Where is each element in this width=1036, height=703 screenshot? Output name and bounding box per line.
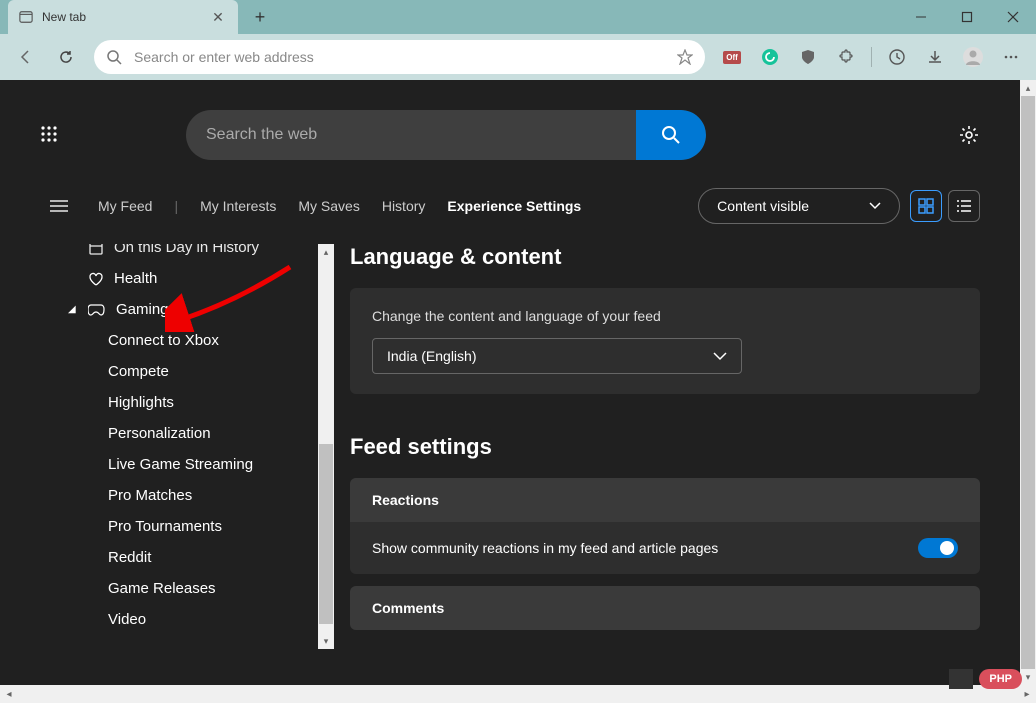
scroll-up-arrow[interactable]: ▴ [318,244,334,260]
menu-button[interactable] [994,40,1028,74]
extension-shield-icon[interactable] [791,40,825,74]
search-icon [106,49,122,65]
scroll-left-arrow[interactable]: ◂ [0,685,18,703]
search-button[interactable] [636,110,706,160]
nav-history[interactable]: History [382,198,426,214]
hero-search [186,110,706,160]
sidebar-item-compete[interactable]: Compete [50,356,320,387]
address-bar[interactable] [94,40,705,74]
gamepad-icon [88,303,106,317]
window-titlebar: New tab ✕ + [0,0,1036,34]
language-card: Change the content and language of your … [350,288,980,394]
feedback-icon[interactable] [949,669,973,689]
maximize-button[interactable] [944,0,990,34]
watermark-badges: PHP [949,669,1022,689]
back-button[interactable] [8,39,44,75]
reactions-panel: Reactions Show community reactions in my… [350,478,980,574]
tab-close-button[interactable]: ✕ [210,9,226,25]
scroll-down-arrow[interactable]: ▾ [318,633,334,649]
sidebar-item-pro-tournaments[interactable]: Pro Tournaments [50,511,320,542]
reactions-toggle[interactable] [918,538,958,558]
extension-off-icon[interactable]: Off [715,40,749,74]
language-desc: Change the content and language of your … [372,308,958,324]
sidebar-item-video[interactable]: Video [50,604,320,635]
feed-settings-title: Feed settings [350,434,980,460]
refresh-button[interactable] [48,39,84,75]
reactions-desc: Show community reactions in my feed and … [372,540,718,556]
vertical-scrollbar-thumb[interactable] [1021,96,1035,669]
scrollbar-thumb[interactable] [319,444,333,624]
sidebar-label: Health [114,270,157,287]
apps-grid-icon[interactable] [40,125,60,145]
sidebar-item-connect-xbox[interactable]: Connect to Xbox [50,325,320,356]
grid-view-button[interactable] [910,190,942,222]
sidebar-item-pro-matches[interactable]: Pro Matches [50,480,320,511]
calendar-icon [88,244,104,256]
view-toggle [910,190,980,222]
php-badge: PHP [979,669,1022,689]
language-content-title: Language & content [350,244,980,270]
list-view-button[interactable] [948,190,980,222]
nav-my-saves[interactable]: My Saves [298,198,359,214]
sidebar-item-live-streaming[interactable]: Live Game Streaming [50,449,320,480]
nav-my-interests[interactable]: My Interests [200,198,276,214]
tab-title: New tab [42,10,202,24]
search-box[interactable] [186,110,706,160]
toolbar-separator [871,47,872,67]
new-tab-button[interactable]: + [246,3,274,31]
extension-grammarly-icon[interactable] [753,40,787,74]
sidebar-scrollbar[interactable]: ▴ ▾ [318,244,334,649]
sidebar-item-personalization[interactable]: Personalization [50,418,320,449]
search-input[interactable] [186,126,636,144]
scroll-up-arrow[interactable]: ▴ [1020,80,1036,96]
reactions-header: Reactions [350,478,980,522]
nav-my-feed[interactable]: My Feed [98,198,152,214]
sidebar-label: On this Day in History [114,244,259,256]
comments-header: Comments [350,586,980,630]
comments-panel: Comments [350,586,980,630]
favorite-icon[interactable] [677,49,693,65]
address-input[interactable] [134,49,665,65]
page-settings-icon[interactable] [958,124,980,146]
window-controls [898,0,1036,34]
sidebar-item-health[interactable]: Health [50,263,320,294]
sidebar-item-game-releases[interactable]: Game Releases [50,573,320,604]
toolbar-extension-icons: Off [715,40,1028,74]
language-value: India (English) [387,348,477,364]
chevron-down-icon [713,352,727,361]
profile-icon[interactable] [956,40,990,74]
reactions-row: Show community reactions in my feed and … [350,522,980,574]
window-horizontal-scrollbar[interactable]: ◂ ▸ [0,685,1036,703]
hero-row [0,80,1020,180]
sidebar-item-gaming[interactable]: ◢ Gaming [50,294,320,325]
language-select[interactable]: India (English) [372,338,742,374]
sidebar: On this Day in History Health ◢ Gaming C… [50,244,320,649]
close-window-button[interactable] [990,0,1036,34]
hamburger-icon[interactable] [50,199,68,213]
extensions-icon[interactable] [829,40,863,74]
nav-separator: | [174,198,178,214]
page-content: My Feed | My Interests My Saves History … [0,80,1020,685]
content-visibility-label: Content visible [717,198,809,214]
sidebar-label: Gaming [116,301,169,318]
nav-bar: My Feed | My Interests My Saves History … [0,180,1020,244]
browser-toolbar: Off [0,34,1036,80]
content-area: On this Day in History Health ◢ Gaming C… [0,244,1020,649]
sidebar-item-reddit[interactable]: Reddit [50,542,320,573]
window-vertical-scrollbar[interactable]: ▴ ▾ [1020,80,1036,685]
collapse-triangle-icon: ◢ [68,304,76,315]
nav-experience-settings[interactable]: Experience Settings [447,198,581,214]
downloads-icon[interactable] [918,40,952,74]
heart-icon [88,271,104,287]
content-visibility-dropdown[interactable]: Content visible [698,188,900,224]
minimize-button[interactable] [898,0,944,34]
history-icon[interactable] [880,40,914,74]
browser-tab[interactable]: New tab ✕ [8,0,238,34]
chevron-down-icon [869,202,881,210]
sidebar-item-on-this-day[interactable]: On this Day in History [50,244,320,263]
scroll-down-arrow[interactable]: ▾ [1020,669,1036,685]
main-panel: Language & content Change the content an… [320,244,1020,649]
tab-favicon [18,9,34,25]
sidebar-item-highlights[interactable]: Highlights [50,387,320,418]
